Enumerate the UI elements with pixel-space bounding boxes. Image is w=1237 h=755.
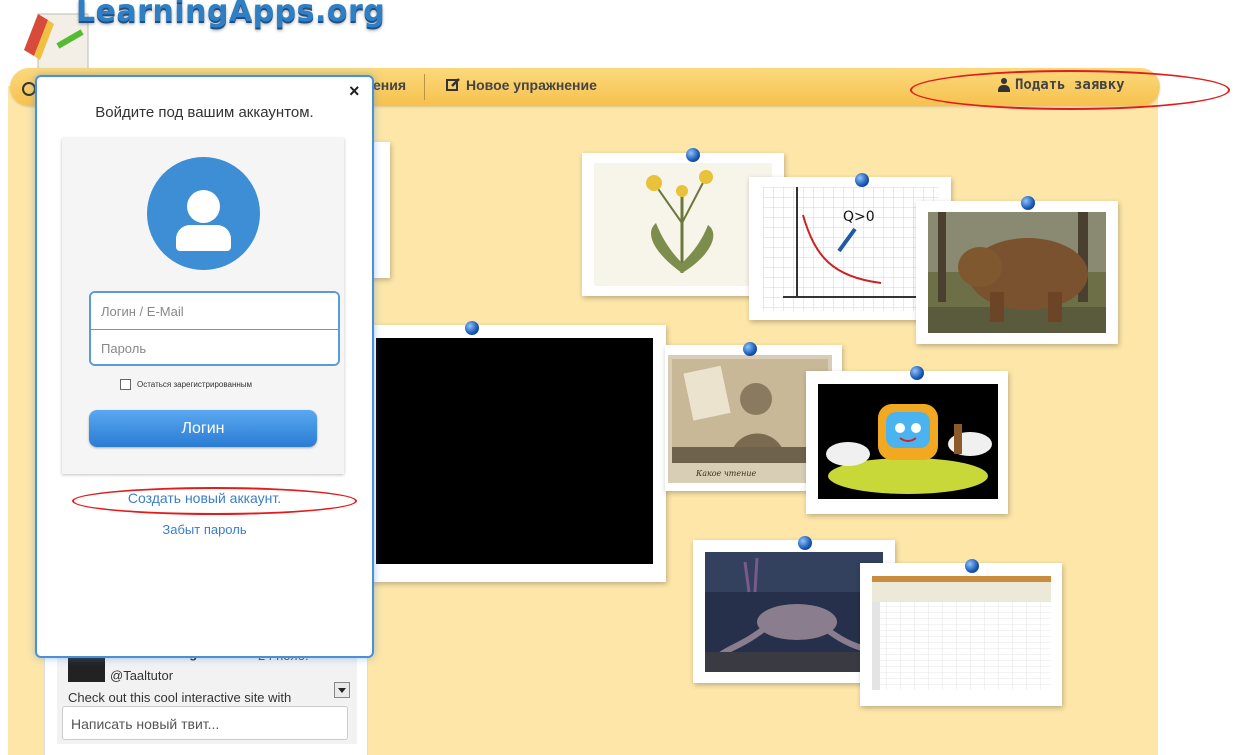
- pin-icon: [965, 559, 979, 573]
- pin-icon: [855, 173, 869, 187]
- pin-icon: [1021, 196, 1035, 210]
- menu-exercises[interactable]: ения: [373, 77, 406, 93]
- pin-icon: [686, 148, 700, 162]
- password-input[interactable]: [91, 330, 338, 364]
- avatar-icon: [147, 157, 260, 270]
- remember-label: Остаться зарегистрированным: [137, 380, 253, 389]
- user-icon: [998, 78, 1010, 92]
- graph-label: Q>0: [843, 209, 875, 225]
- pin-icon: [798, 536, 812, 550]
- bear-image: [928, 212, 1106, 333]
- menu-new-exercise-label: Новое упражнение: [466, 77, 597, 93]
- site-logo[interactable]: LearningApps.org: [76, 0, 385, 29]
- menu-divider: [424, 74, 425, 100]
- photo-spreadsheet[interactable]: [860, 563, 1062, 706]
- photo-bear[interactable]: [916, 201, 1118, 344]
- tweet-text: Check out this cool interactive site wit…: [68, 690, 292, 702]
- scroll-down-button[interactable]: [334, 682, 350, 698]
- photo-cartoon[interactable]: [806, 371, 1008, 514]
- remember-checkbox[interactable]: [120, 379, 131, 390]
- login-title: Войдите под вашим аккаунтом.: [95, 104, 314, 121]
- tweet-handle[interactable]: @Taaltutor: [110, 668, 173, 683]
- remember-me[interactable]: Остаться зарегистрированным: [120, 379, 252, 390]
- close-icon[interactable]: ×: [349, 81, 360, 102]
- forgot-password-link[interactable]: Забыт пароль: [35, 522, 374, 537]
- login-button[interactable]: Логин: [89, 410, 317, 447]
- search-icon[interactable]: [22, 82, 36, 96]
- edit-icon: [446, 78, 460, 91]
- menu-new-exercise[interactable]: Новое упражнение: [446, 77, 597, 93]
- apply-link[interactable]: Подать заявку: [998, 77, 1125, 93]
- cartoon-image: [818, 384, 998, 499]
- tweet-avatar[interactable]: [68, 655, 105, 682]
- video-area[interactable]: [376, 338, 653, 564]
- spreadsheet-image: [872, 576, 1051, 690]
- pin-icon: [910, 366, 924, 380]
- create-account-link[interactable]: Создать новый аккаунт.: [35, 490, 374, 506]
- new-tweet-input[interactable]: Написать новый твит...: [62, 706, 348, 740]
- photo-video[interactable]: [370, 325, 666, 582]
- graph-image: Q>0: [763, 187, 939, 311]
- old-print-caption: Какое чтение: [695, 469, 757, 478]
- pin-icon: [743, 342, 757, 356]
- dandelion-image: [594, 163, 772, 286]
- apply-link-label: Подать заявку: [1015, 77, 1125, 93]
- login-input[interactable]: [91, 293, 338, 329]
- pin-icon: [465, 321, 479, 335]
- credentials-group: [89, 291, 340, 366]
- octopus-image: [705, 552, 883, 672]
